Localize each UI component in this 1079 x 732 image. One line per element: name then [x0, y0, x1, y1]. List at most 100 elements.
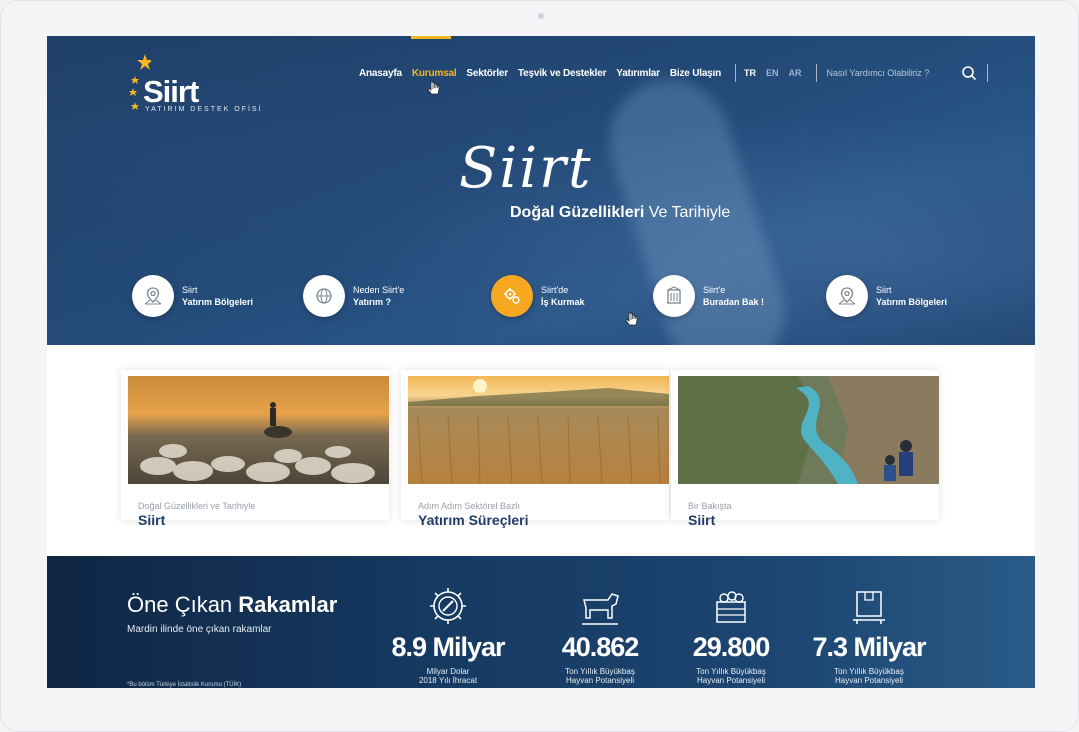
feature-line2: Yatırım Bölgeleri	[876, 297, 948, 307]
feature-text: Siirt'de İş Kurmak	[541, 284, 585, 308]
feature-line2: Buradan Bak !	[703, 297, 765, 307]
stats-section: Öne Çıkan Rakamlar Mardin ilinde öne çık…	[47, 556, 1035, 688]
stat-value: 8.9 Milyar	[391, 632, 505, 662]
card-image-wheat	[408, 376, 669, 484]
feature-is-kurmak[interactable]: Siirt'de İş Kurmak	[491, 275, 585, 317]
stat-caption: Ton Yıllık Büyükbaş	[565, 667, 635, 676]
hand-cursor-icon	[427, 81, 440, 95]
card-yatirim-surecleri[interactable]: Adım Adım Sektörel Bazlı Yatırım Süreçle…	[401, 370, 669, 528]
feature-line1: Neden Siirt'e	[353, 285, 405, 295]
feature-yatirim-bolgeleri[interactable]: Siirt Yatırım Bölgeleri	[132, 275, 253, 317]
feature-neden-siirt[interactable]: Neden Siirt'e Yatırım ?	[303, 275, 404, 317]
nav-divider	[815, 64, 817, 82]
feature-text: Siirt Yatırım Bölgeleri	[182, 284, 253, 308]
feature-text: Neden Siirt'e Yatırım ?	[353, 284, 404, 308]
lang-tr[interactable]: TR	[744, 68, 756, 78]
hero-tagline-bold: Doğal Güzellikleri	[510, 204, 645, 221]
card-title: Siirt	[138, 512, 166, 528]
stat-value: 7.3 Milyar	[812, 632, 926, 662]
hero-tagline-rest: Ve Tarihiyle	[644, 204, 731, 221]
stat-icon-wrap	[794, 584, 944, 628]
card-image-canyon	[678, 376, 939, 484]
main-nav: Anasayfa Kurumsal Sektörler Teşvik ve De…	[359, 64, 988, 82]
stat-icon-wrap	[525, 584, 675, 628]
stat-caption-2: 2018 Yılı İhracat	[418, 676, 478, 685]
card-subtitle: Adım Adım Sektörel Bazlı	[418, 501, 521, 511]
crate-icon	[716, 591, 746, 623]
search-icon[interactable]	[961, 65, 977, 81]
stat-item: 29.800 Ton Yıllık Büyükbaş Hayvan Potans…	[656, 584, 806, 685]
nav-item-sektorler[interactable]: Sektörler	[466, 68, 508, 79]
card-dogal-guzellikler[interactable]: Doğal Güzellikleri ve Tarihiyle Siirt	[121, 370, 389, 528]
hero-tagline: Doğal Güzellikleri Ve Tarihiyle	[510, 204, 730, 222]
nav-item-bize-ulasin[interactable]: Bize Ulaşın	[670, 68, 721, 79]
hand-cursor-icon	[625, 312, 638, 326]
device-frame: Siirt YATIRIM DESTEK OFİSİ Anasayfa Kuru…	[0, 0, 1079, 732]
hero-script-title: Siirt	[459, 136, 593, 201]
globe-icon	[316, 288, 332, 304]
feature-text: Siirt'e Buradan Bak !	[703, 284, 764, 308]
card-bir-bakista[interactable]: Bir Bakışta Siirt	[671, 370, 939, 528]
building-icon	[667, 286, 681, 304]
stat-icon-wrap	[656, 584, 806, 628]
stats-title: Öne Çıkan Rakamlar	[127, 592, 337, 618]
logo-subtitle: YATIRIM DESTEK OFİSİ	[145, 106, 263, 113]
gear-wrench-icon	[430, 588, 466, 624]
nav-divider	[986, 64, 988, 82]
stat-value: 29.800	[692, 632, 771, 662]
stat-icon-wrap	[373, 584, 523, 628]
box-icon	[853, 591, 885, 624]
card-subtitle: Doğal Güzellikleri ve Tarihiyle	[138, 501, 256, 511]
card-image-sheep	[128, 376, 389, 484]
stat-value: 40.862	[561, 632, 640, 662]
feature-yatirim-bolgeleri-2[interactable]: Siirt Yatırım Bölgeleri	[826, 275, 947, 317]
feature-circle	[303, 275, 345, 317]
lang-ar[interactable]: AR	[789, 68, 802, 78]
search-input[interactable]: Nasıl Yardımcı Olabiliriz ?	[827, 68, 955, 78]
nav-item-kurumsal[interactable]: Kurumsal	[412, 68, 457, 79]
stat-caption: Milyar Dolar	[426, 667, 470, 676]
stats-subtitle: Mardin ilinde öne çıkan rakamlar	[127, 624, 272, 635]
hero-section: Siirt YATIRIM DESTEK OFİSİ Anasayfa Kuru…	[47, 36, 1035, 345]
stats-note: *Bu bölüm Türkiye İstatistik Kurumu (TÜİ…	[127, 682, 242, 688]
feature-circle	[826, 275, 868, 317]
feature-line2: Yatırım Bölgeleri	[182, 297, 254, 307]
nav-item-tesvik[interactable]: Teşvik ve Destekler	[518, 68, 607, 79]
feature-line1: Siirt'e	[703, 285, 726, 295]
stats-title-bold: Rakamlar	[238, 592, 338, 617]
lang-en[interactable]: EN	[766, 68, 779, 78]
card-title: Siirt	[688, 512, 716, 528]
stat-caption: Ton Yıllık Büyükbaş	[834, 667, 904, 676]
stat-caption-2: Hayvan Potansiyeli	[565, 676, 635, 685]
browser-screen: Siirt YATIRIM DESTEK OFİSİ Anasayfa Kuru…	[47, 36, 1035, 688]
stat-caption-2: Hayvan Potansiyeli	[834, 676, 904, 685]
feature-circle	[653, 275, 695, 317]
map-pin-icon	[144, 287, 162, 305]
stat-item: 8.9 Milyar Milyar Dolar 2018 Yılı İhraca…	[373, 584, 523, 685]
nav-divider	[735, 64, 737, 82]
feature-line1: Siirt	[876, 285, 892, 295]
feature-line2: Yatırım ?	[353, 297, 392, 307]
stats-title-light: Öne Çıkan	[127, 592, 239, 617]
logo-wordmark: Siirt	[143, 74, 199, 109]
feature-line2: İş Kurmak	[541, 297, 585, 307]
map-pin-icon	[838, 287, 856, 305]
feature-line1: Siirt	[182, 285, 198, 295]
feature-text: Siirt Yatırım Bölgeleri	[876, 284, 947, 308]
stat-caption-2: Hayvan Potansiyeli	[696, 676, 766, 685]
card-subtitle: Bir Bakışta	[688, 501, 732, 511]
site-logo[interactable]: Siirt YATIRIM DESTEK OFİSİ	[127, 50, 267, 113]
nav-active-indicator	[411, 36, 451, 39]
stat-caption: Ton Yıllık Büyükbaş	[696, 667, 766, 676]
stat-item: 40.862 Ton Yıllık Büyükbaş Hayvan Potans…	[525, 584, 675, 685]
card-title: Yatırım Süreçleri	[418, 512, 529, 528]
feature-line1: Siirt'de	[541, 285, 569, 295]
feature-buradan-bak[interactable]: Siirt'e Buradan Bak !	[653, 275, 764, 317]
stat-item: 7.3 Milyar Ton Yıllık Büyükbaş Hayvan Po…	[794, 584, 944, 685]
gears-icon	[504, 288, 520, 304]
cow-icon	[582, 593, 619, 625]
cards-row: Doğal Güzellikleri ve Tarihiyle Siirt Ad…	[121, 370, 961, 528]
nav-item-anasayfa[interactable]: Anasayfa	[359, 68, 402, 79]
feature-circle	[491, 275, 533, 317]
nav-item-yatirimlar[interactable]: Yatırımlar	[616, 68, 660, 79]
